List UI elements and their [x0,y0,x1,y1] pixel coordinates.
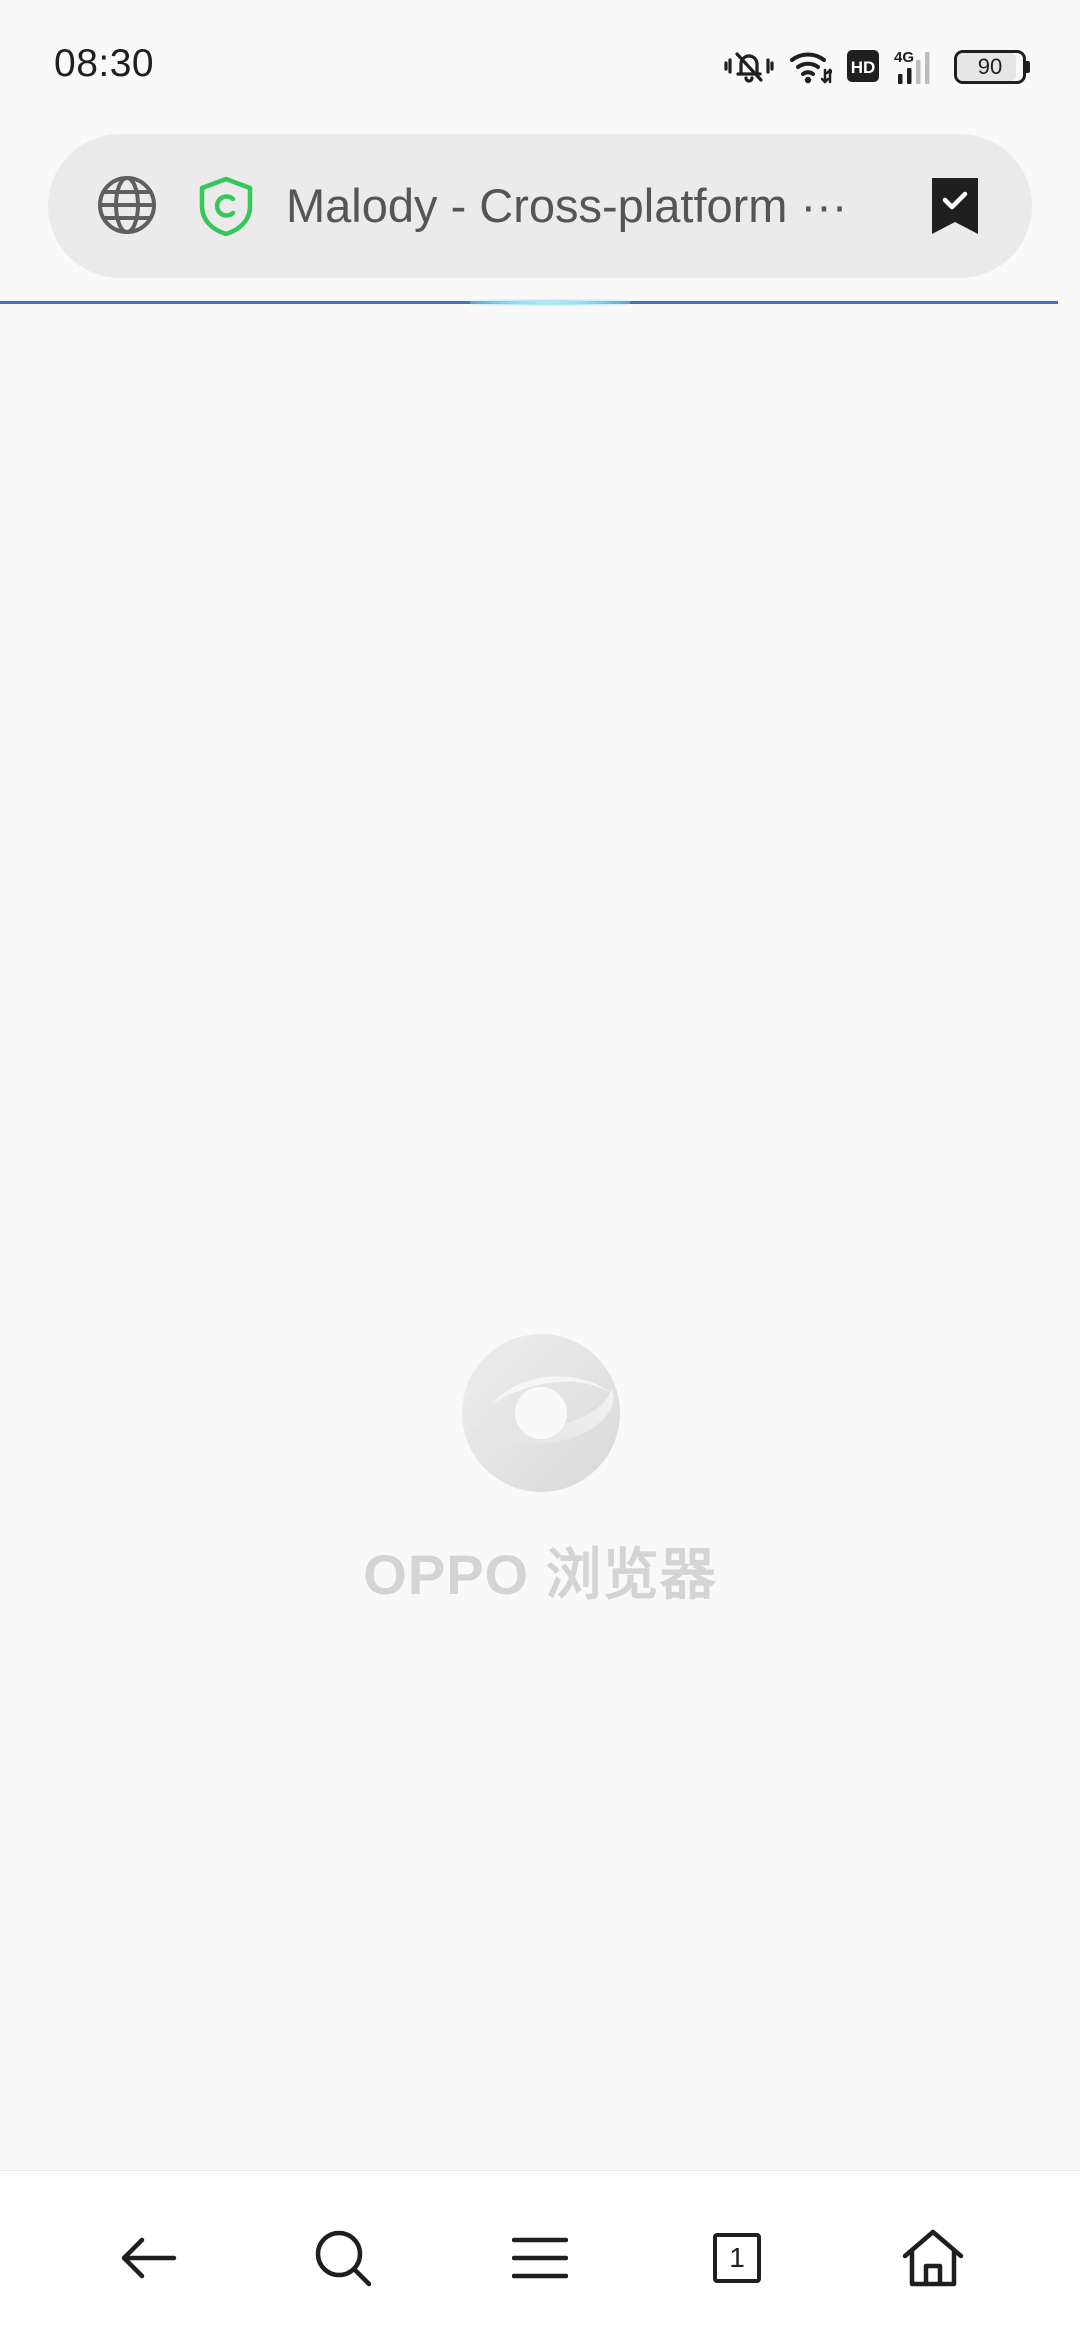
back-button[interactable] [113,2223,183,2293]
tabs-button[interactable]: 1 [702,2223,772,2293]
status-bar: 08:30 HD 4G 90 [0,0,1080,130]
browser-screen: 08:30 HD 4G 90 Malody - Cross-platform ·… [0,0,1080,2340]
page-title[interactable]: Malody - Cross-platform ··· [286,134,906,278]
search-button[interactable] [308,2223,378,2293]
wifi-icon [788,46,832,86]
svg-text:4G: 4G [894,49,914,66]
status-time: 08:30 [54,42,155,85]
address-bar[interactable]: Malody - Cross-platform ··· [48,134,1032,278]
oppo-browser-logo [462,1334,620,1492]
security-shield-icon[interactable] [198,176,254,236]
bookmark-icon[interactable] [930,176,980,236]
globe-icon[interactable] [96,174,158,236]
splash-brand-text: OPPO 浏览器 [363,1543,717,1606]
cellular-signal-icon: 4G [894,46,940,86]
home-button[interactable] [898,2223,968,2293]
vibrate-mute-icon [724,46,774,86]
menu-button[interactable] [505,2223,575,2293]
search-icon [315,2230,372,2287]
status-icons: HD 4G 90 [724,44,1030,88]
load-progress-glow [470,299,630,306]
battery-percentage: 90 [977,54,1003,79]
hd-badge-icon: HD [846,49,880,83]
bottom-navigation: 1 [0,2170,1080,2340]
tabs-icon: 1 [713,2233,761,2283]
menu-icon [512,2237,568,2279]
svg-text:HD: HD [851,58,876,77]
tab-count: 1 [729,2242,745,2273]
back-icon [121,2237,177,2279]
battery-icon: 90 [954,50,1030,84]
home-icon [902,2229,964,2287]
